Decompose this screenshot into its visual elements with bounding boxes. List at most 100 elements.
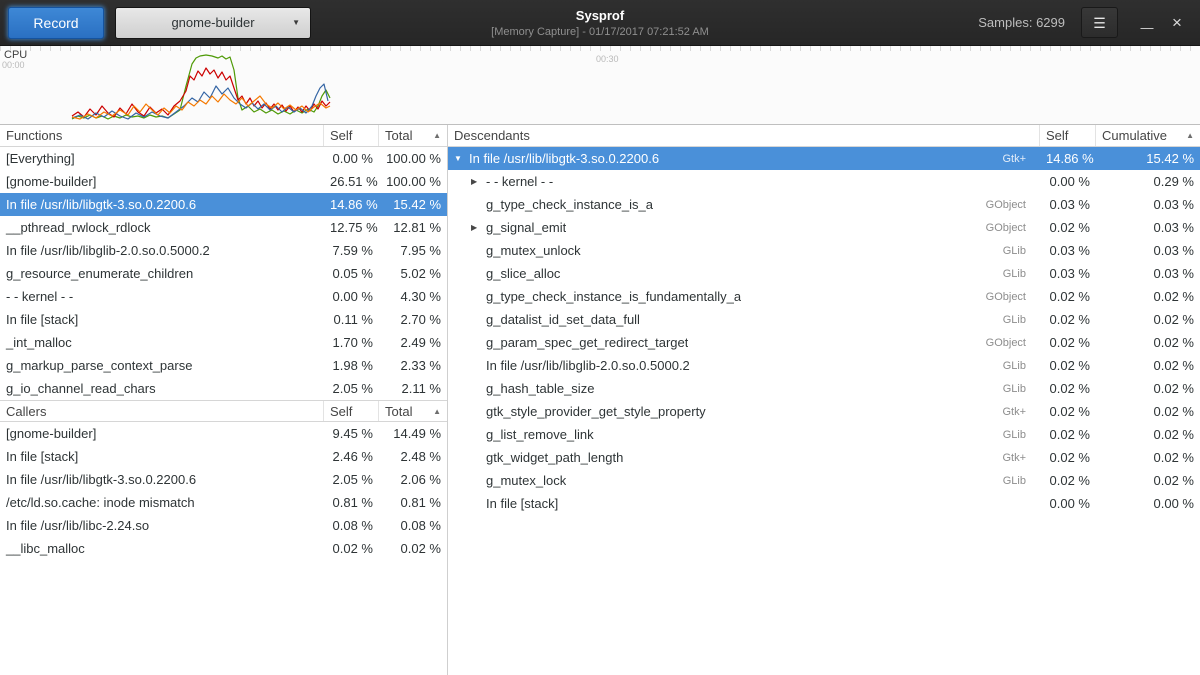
descendant-row[interactable]: ▼ In file /usr/lib/libgtk-3.so.0.2200.6 …: [448, 147, 1200, 170]
caller-row[interactable]: /etc/ld.so.cache: inode mismatch 0.81 % …: [0, 491, 447, 514]
function-name: In file /usr/lib/libgtk-3.so.0.2200.6: [0, 472, 324, 487]
cumulative-percent: 0.02 %: [1096, 404, 1200, 419]
library-tag: GObject: [976, 199, 1034, 211]
cpu-timeline[interactable]: CPU 00:00 00:30: [0, 46, 1200, 125]
self-percent: 2.46 %: [324, 449, 379, 464]
self-percent: 9.45 %: [324, 426, 379, 441]
function-name: gtk_widget_path_length: [486, 450, 623, 465]
sort-indicator-icon: ▲: [427, 407, 441, 416]
capture-subtitle: [Memory Capture] - 01/17/2017 07:21:52 A…: [491, 26, 709, 38]
descendant-row[interactable]: g_hash_table_size GLib 0.02 % 0.02 %: [448, 377, 1200, 400]
caller-row[interactable]: In file /usr/lib/libc-2.24.so 0.08 % 0.0…: [0, 514, 447, 537]
self-percent: 0.02 %: [324, 541, 379, 556]
function-row[interactable]: g_io_channel_read_chars 2.05 % 2.11 %: [0, 377, 447, 400]
library-tag: GLib: [993, 383, 1034, 395]
function-row[interactable]: g_markup_parse_context_parse 1.98 % 2.33…: [0, 354, 447, 377]
descendant-row[interactable]: g_list_remove_link GLib 0.02 % 0.02 %: [448, 423, 1200, 446]
library-tag: GLib: [993, 245, 1034, 257]
record-button[interactable]: Record: [8, 7, 104, 39]
cumulative-percent: 15.42 %: [1096, 151, 1200, 166]
self-percent: 0.03 %: [1040, 197, 1096, 212]
column-header-total[interactable]: Total ▲: [379, 125, 447, 146]
function-name: In file /usr/lib/libglib-2.0.so.0.5000.2: [0, 243, 324, 258]
column-header-cumulative[interactable]: Cumulative ▲: [1096, 125, 1200, 146]
self-percent: 0.11 %: [324, 312, 379, 327]
descendant-row[interactable]: In file [stack] 0.00 % 0.00 %: [448, 492, 1200, 515]
column-header-functions[interactable]: Functions: [0, 125, 324, 146]
caller-row[interactable]: [gnome-builder] 9.45 % 14.49 %: [0, 422, 447, 445]
descendant-row[interactable]: gtk_widget_path_length Gtk+ 0.02 % 0.02 …: [448, 446, 1200, 469]
caller-row[interactable]: __libc_malloc 0.02 % 0.02 %: [0, 537, 447, 560]
function-row[interactable]: __pthread_rwlock_rdlock 12.75 % 12.81 %: [0, 216, 447, 239]
function-name: [gnome-builder]: [0, 426, 324, 441]
descendant-row[interactable]: g_mutex_lock GLib 0.02 % 0.02 %: [448, 469, 1200, 492]
minimize-icon: —: [1141, 20, 1154, 35]
expander-icon[interactable]: ▼: [454, 154, 469, 163]
callers-table-body: [gnome-builder] 9.45 % 14.49 % In file […: [0, 422, 447, 560]
process-selector-label: gnome-builder: [171, 15, 254, 30]
self-percent: 0.00 %: [1040, 174, 1096, 189]
descendant-name-cell: g_type_check_instance_is_a GObject: [448, 197, 1040, 212]
column-header-self[interactable]: Self: [324, 125, 379, 146]
close-button[interactable]: ×: [1162, 7, 1192, 38]
function-row[interactable]: g_resource_enumerate_children 0.05 % 5.0…: [0, 262, 447, 285]
function-row[interactable]: [Everything] 0.00 % 100.00 %: [0, 147, 447, 170]
total-percent: 2.70 %: [379, 312, 447, 327]
descendant-row[interactable]: gtk_style_provider_get_style_property Gt…: [448, 400, 1200, 423]
descendant-name-cell: In file [stack]: [448, 496, 1040, 511]
self-percent: 0.00 %: [324, 151, 379, 166]
descendant-name-cell: g_param_spec_get_redirect_target GObject: [448, 335, 1040, 350]
function-name: __libc_malloc: [0, 541, 324, 556]
function-row[interactable]: [gnome-builder] 26.51 % 100.00 %: [0, 170, 447, 193]
descendant-name-cell: g_list_remove_link GLib: [448, 427, 1040, 442]
column-header-total[interactable]: Total ▲: [379, 401, 447, 421]
descendant-row[interactable]: g_slice_alloc GLib 0.03 % 0.03 %: [448, 262, 1200, 285]
descendant-row[interactable]: ▶ - - kernel - - 0.00 % 0.29 %: [448, 170, 1200, 193]
column-header-callers[interactable]: Callers: [0, 401, 324, 421]
descendant-row[interactable]: g_datalist_id_set_data_full GLib 0.02 % …: [448, 308, 1200, 331]
caller-row[interactable]: In file [stack] 2.46 % 2.48 %: [0, 445, 447, 468]
menu-button[interactable]: ☰: [1081, 7, 1118, 38]
descendant-row[interactable]: g_param_spec_get_redirect_target GObject…: [448, 331, 1200, 354]
total-percent: 100.00 %: [379, 151, 447, 166]
function-row[interactable]: In file /usr/lib/libgtk-3.so.0.2200.6 14…: [0, 193, 447, 216]
self-percent: 0.00 %: [324, 289, 379, 304]
descendant-row[interactable]: ▶ g_signal_emit GObject 0.02 % 0.03 %: [448, 216, 1200, 239]
function-row[interactable]: - - kernel - - 0.00 % 4.30 %: [0, 285, 447, 308]
column-header-descendants[interactable]: Descendants: [448, 125, 1040, 146]
function-row[interactable]: In file /usr/lib/libglib-2.0.so.0.5000.2…: [0, 239, 447, 262]
descendant-row[interactable]: g_mutex_unlock GLib 0.03 % 0.03 %: [448, 239, 1200, 262]
function-row[interactable]: In file [stack] 0.11 % 2.70 %: [0, 308, 447, 331]
function-name: __pthread_rwlock_rdlock: [0, 220, 324, 235]
function-name: In file [stack]: [0, 312, 324, 327]
expander-icon[interactable]: ▶: [471, 177, 486, 186]
caller-row[interactable]: In file /usr/lib/libgtk-3.so.0.2200.6 2.…: [0, 468, 447, 491]
descendant-row[interactable]: g_type_check_instance_is_fundamentally_a…: [448, 285, 1200, 308]
self-percent: 26.51 %: [324, 174, 379, 189]
descendant-row[interactable]: g_type_check_instance_is_a GObject 0.03 …: [448, 193, 1200, 216]
total-percent: 2.33 %: [379, 358, 447, 373]
minimize-button[interactable]: —: [1132, 7, 1162, 38]
library-tag: GLib: [993, 268, 1034, 280]
descendant-name-cell: g_datalist_id_set_data_full GLib: [448, 312, 1040, 327]
sort-indicator-icon: ▲: [1180, 131, 1194, 140]
descendant-row[interactable]: In file /usr/lib/libglib-2.0.so.0.5000.2…: [448, 354, 1200, 377]
expander-icon[interactable]: ▶: [471, 223, 486, 232]
self-percent: 2.05 %: [324, 381, 379, 396]
total-percent: 2.48 %: [379, 449, 447, 464]
total-percent: 15.42 %: [379, 197, 447, 212]
function-name: g_datalist_id_set_data_full: [486, 312, 640, 327]
column-header-self[interactable]: Self: [1040, 125, 1096, 146]
function-row[interactable]: _int_malloc 1.70 % 2.49 %: [0, 331, 447, 354]
column-label: Self: [330, 404, 352, 419]
self-percent: 0.05 %: [324, 266, 379, 281]
function-name: [gnome-builder]: [0, 174, 324, 189]
library-tag: Gtk+: [992, 406, 1034, 418]
column-header-self[interactable]: Self: [324, 401, 379, 421]
process-selector-dropdown[interactable]: gnome-builder ▼: [115, 7, 311, 39]
function-name: g_slice_alloc: [486, 266, 560, 281]
self-percent: 0.08 %: [324, 518, 379, 533]
function-name: In file /usr/lib/libgtk-3.so.0.2200.6: [0, 197, 324, 212]
function-name: /etc/ld.so.cache: inode mismatch: [0, 495, 324, 510]
function-name: [Everything]: [0, 151, 324, 166]
